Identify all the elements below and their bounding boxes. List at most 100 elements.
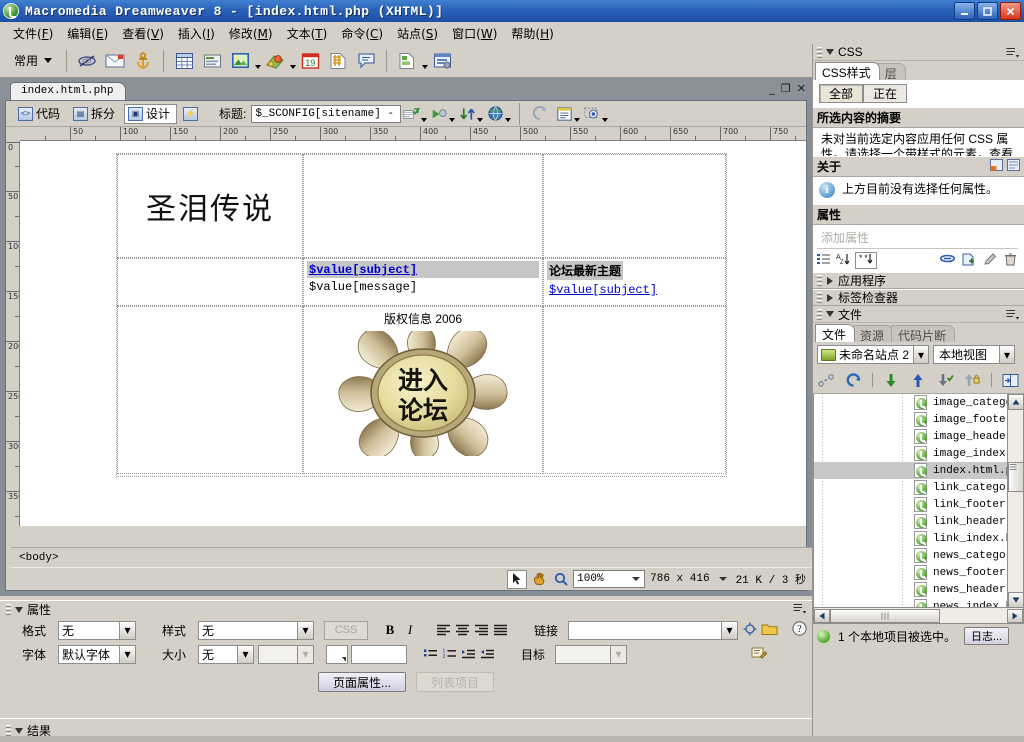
panel-grip-icon[interactable]: [817, 275, 822, 286]
horizontal-ruler[interactable]: 50 100 150 200 250 300 350 400 450 500 5…: [20, 127, 806, 141]
css-mode-all-button[interactable]: 全部: [819, 84, 864, 103]
chevron-down-icon[interactable]: [826, 311, 834, 317]
panel-options-icon[interactable]: [1006, 47, 1020, 61]
delete-property-icon[interactable]: [1004, 253, 1017, 269]
image-menu-group[interactable]: [226, 49, 262, 73]
align-center-icon[interactable]: [453, 621, 472, 639]
list-item[interactable]: image_index.h: [814, 445, 1023, 462]
refresh-icon[interactable]: [844, 370, 864, 390]
attach-style-sheet-icon[interactable]: [939, 253, 956, 269]
menu-help[interactable]: 帮助(H): [504, 23, 560, 44]
tag-selector-body[interactable]: <body>: [19, 552, 59, 564]
header-right-cell[interactable]: [543, 154, 726, 258]
tab-snippets[interactable]: 代码片断: [891, 325, 956, 343]
templates-icon[interactable]: [395, 49, 419, 73]
tab-files[interactable]: 文件: [815, 324, 856, 342]
insert-div-icon[interactable]: [200, 49, 224, 73]
view-button-code[interactable]: <> 代码: [14, 104, 67, 124]
list-item[interactable]: news_header.h: [814, 581, 1023, 598]
align-right-icon[interactable]: [472, 621, 491, 639]
size-unit-combo[interactable]: ▾: [258, 644, 314, 664]
tag-chooser-icon[interactable]: [430, 49, 454, 73]
file-management-icon[interactable]: [403, 102, 428, 126]
quick-tag-editor-icon[interactable]: [751, 646, 768, 663]
zoom-level-combo[interactable]: 100%: [573, 570, 646, 588]
chevron-right-icon[interactable]: [827, 276, 833, 285]
header-middle-cell[interactable]: [303, 154, 543, 258]
date-icon[interactable]: 19: [298, 49, 322, 73]
menu-modify[interactable]: 修改(M): [222, 23, 280, 44]
unordered-list-icon[interactable]: [421, 645, 440, 663]
menu-file[interactable]: 文件(F): [6, 23, 60, 44]
check-in-files-icon[interactable]: [962, 370, 982, 390]
preview-in-browser-icon[interactable]: [431, 102, 456, 126]
property-inspector-header[interactable]: 属性: [0, 601, 812, 618]
panel-grip-icon[interactable]: [817, 308, 822, 320]
edit-style-icon[interactable]: [983, 252, 997, 269]
tab-css-styles[interactable]: CSS样式: [815, 62, 880, 80]
zoom-tool-icon[interactable]: [551, 570, 571, 589]
site-combo[interactable]: 未命名站点 2 ▾: [817, 345, 929, 364]
image-icon[interactable]: [228, 49, 252, 73]
panel-grip-icon[interactable]: [6, 604, 11, 615]
comment-icon[interactable]: [354, 49, 378, 73]
list-item[interactable]: image_header.: [814, 428, 1023, 445]
document-tab-index-html-php[interactable]: index.html.php: [10, 82, 127, 100]
italic-button[interactable]: I: [400, 621, 420, 640]
templates-menu-group[interactable]: [393, 49, 429, 73]
header-logo-cell[interactable]: 圣泪传说: [117, 154, 303, 258]
list-view-icon[interactable]: AZ: [836, 253, 850, 269]
css-button[interactable]: CSS: [324, 620, 368, 640]
file-tree[interactable]: image_categor image_footer. image_header…: [813, 394, 1024, 608]
help-icon[interactable]: ?: [792, 621, 807, 639]
put-files-icon[interactable]: [909, 370, 929, 390]
panel-grip-icon[interactable]: [817, 292, 822, 303]
scroll-left-button[interactable]: [814, 608, 830, 623]
chevron-right-icon[interactable]: [827, 293, 833, 302]
show-category-view-icon[interactable]: [990, 159, 1003, 174]
expand-collapse-icon[interactable]: [1000, 370, 1020, 390]
files-panel-header[interactable]: 文件: [813, 306, 1024, 323]
connect-to-remote-host-icon[interactable]: [817, 370, 837, 390]
email-link-icon[interactable]: [103, 49, 127, 73]
menu-view[interactable]: 查看(V): [115, 23, 171, 44]
scroll-right-button[interactable]: [1007, 608, 1023, 623]
page-properties-button[interactable]: 页面属性...: [317, 672, 406, 692]
browse-for-file-icon[interactable]: [761, 622, 778, 639]
window-size-value[interactable]: 786 x 416: [647, 573, 712, 585]
menu-text[interactable]: 文本(T): [280, 23, 335, 44]
show-list-view-icon[interactable]: [1007, 159, 1020, 174]
list-item[interactable]: link_category: [814, 479, 1023, 496]
vertical-ruler[interactable]: 0 50 100 150 200 250 300 350: [6, 141, 20, 526]
validate-markup-icon[interactable]: [487, 102, 512, 126]
tab-assets[interactable]: 资源: [853, 325, 894, 343]
hyperlink-icon[interactable]: [75, 49, 99, 73]
font-combo[interactable]: 默认字体 ▾: [58, 644, 136, 664]
design-canvas[interactable]: 圣泪传说 $value[subject] $value[message] 论坛最…: [20, 141, 806, 526]
indent-icon[interactable]: [478, 645, 497, 663]
refresh-design-view-icon[interactable]: [459, 102, 484, 126]
media-icon[interactable]: [263, 49, 287, 73]
enter-forum-image[interactable]: 进入 论坛: [328, 326, 518, 460]
sidebar-cell[interactable]: [117, 258, 303, 306]
new-css-rule-icon[interactable]: [962, 253, 976, 269]
doc-close-button[interactable]: ✕: [797, 82, 806, 95]
link-combo[interactable]: ▾: [568, 620, 738, 640]
scrollbar-thumb-horizontal[interactable]: [830, 608, 940, 623]
named-anchor-icon[interactable]: [131, 49, 155, 73]
view-options-icon[interactable]: [584, 102, 609, 126]
category-view-icon[interactable]: [817, 253, 831, 268]
media-menu-group[interactable]: [261, 49, 297, 73]
menu-insert[interactable]: 插入(I): [171, 23, 222, 44]
panel-grip-icon[interactable]: [817, 46, 822, 58]
page-title-input[interactable]: $_SCONFIG[sitename] - Pow: [251, 104, 402, 123]
menu-commands[interactable]: 命令(C): [334, 23, 390, 44]
panel-options-icon[interactable]: [1006, 309, 1020, 323]
chevron-down-icon[interactable]: [15, 727, 23, 734]
ordered-list-icon[interactable]: 12: [440, 645, 459, 663]
view-combo[interactable]: 本地视图 ▾: [933, 345, 1015, 364]
minimize-button[interactable]: [954, 2, 975, 20]
server-side-include-icon[interactable]: [326, 49, 350, 73]
footer-center-cell[interactable]: 版权信息 2006 进入 论坛: [303, 306, 543, 474]
view-button-design[interactable]: ▣ 设计: [124, 103, 178, 124]
